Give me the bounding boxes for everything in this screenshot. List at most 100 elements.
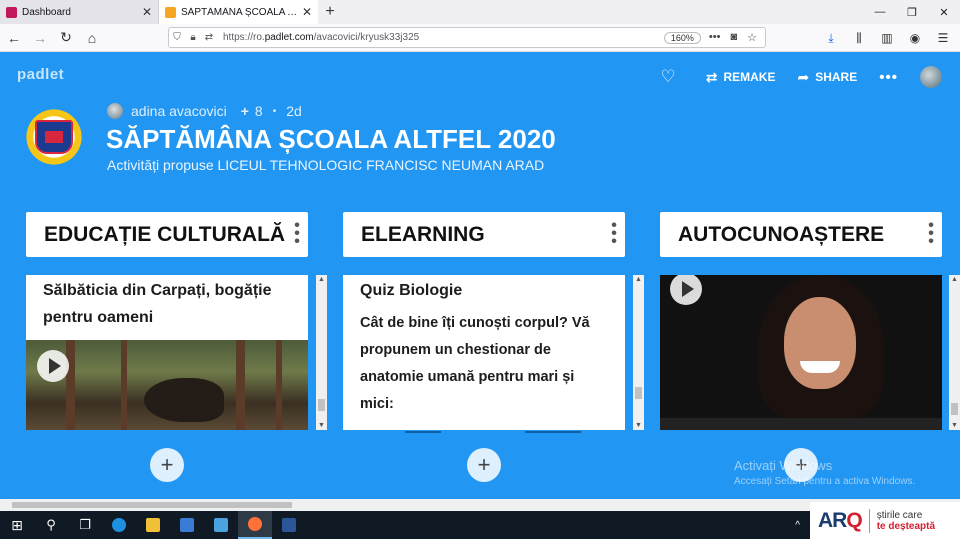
post-card[interactable]: Sălbăticia din Carpați, bogăție pentru o…: [26, 275, 308, 430]
close-tab-icon[interactable]: ✕: [302, 5, 312, 19]
window-controls: — ❐ ✕: [864, 0, 960, 24]
add-post-button[interactable]: +: [467, 448, 501, 482]
contributor-count[interactable]: 8: [255, 103, 263, 119]
scroll-up-icon[interactable]: ▲: [949, 276, 960, 283]
page-subtitle: Activități propuse LICEUL TEHNOLOGIC FRA…: [107, 157, 545, 173]
board-meta: adina avacovici + 8 • 2d: [107, 103, 302, 119]
like-heart-icon[interactable]: ♡: [660, 67, 675, 87]
system-tray: ^: [795, 511, 800, 539]
column-scrollbar[interactable]: ▲ ▼: [633, 275, 644, 430]
tab-dashboard[interactable]: Dashboard ✕: [0, 0, 159, 24]
windows-activation-watermark: Activați Windows Accesați Setări pentru …: [734, 458, 916, 487]
column-menu-icon[interactable]: • • •: [611, 218, 617, 250]
post-video-card[interactable]: [660, 275, 942, 430]
word-icon[interactable]: [272, 511, 306, 539]
scroll-down-icon[interactable]: ▼: [316, 422, 327, 429]
column-menu-icon[interactable]: • • •: [928, 218, 934, 250]
account-icon[interactable]: ◉: [904, 26, 926, 50]
column-menu-icon[interactable]: • • •: [294, 218, 300, 250]
user-avatar[interactable]: [920, 66, 942, 88]
padlet-favicon-icon: [165, 6, 176, 18]
zoom-level-badge[interactable]: 160%: [663, 31, 701, 44]
scroll-up-icon[interactable]: ▲: [633, 276, 644, 283]
plus-icon: +: [240, 103, 249, 119]
mail-icon[interactable]: [204, 511, 238, 539]
capercaillie-image: [144, 378, 224, 422]
search-icon[interactable]: ⚲: [34, 511, 68, 539]
woman-portrait-image: [740, 275, 900, 420]
page-actions-icon[interactable]: •••: [709, 31, 721, 44]
board-actions: ♡ ⇄ REMAKE ➦ SHARE •••: [660, 66, 942, 88]
more-options-icon[interactable]: •••: [879, 69, 898, 86]
post-title: Quiz Biologie: [360, 282, 463, 299]
edge-browser-icon[interactable]: [102, 511, 136, 539]
pocket-icon[interactable]: ◙: [730, 31, 737, 44]
tab-padlet[interactable]: SĂPTĂMÂNA ȘCOALA ALTFEL 2020 ✕: [159, 0, 318, 24]
reload-icon[interactable]: ↻: [54, 26, 78, 50]
page-title: SĂPTĂMÂNA ȘCOALA ALTFEL 2020: [106, 124, 556, 154]
embedded-image-edge: [405, 431, 581, 433]
sidebar-icon[interactable]: ▥: [876, 26, 898, 50]
column-scrollbar[interactable]: ▲ ▼: [316, 275, 327, 430]
column-header-educatie: EDUCAȚIE CULTURALĂ • • •: [26, 212, 308, 257]
restore-icon[interactable]: ❐: [896, 0, 928, 24]
url-bar[interactable]: ⛉ 🔒︎ ⇄ https://ro.padlet.com/avacovici/k…: [168, 27, 766, 48]
browser-nav-bar: ← → ↻ ⌂ ⛉ 🔒︎ ⇄ https://ro.padlet.com/ava…: [0, 24, 960, 52]
shield-icon[interactable]: ⛉: [169, 32, 185, 43]
bookmark-star-icon[interactable]: ☆: [747, 31, 757, 44]
home-icon[interactable]: ⌂: [80, 26, 104, 50]
separator-dot-icon: •: [272, 105, 277, 117]
play-icon[interactable]: [37, 350, 69, 382]
scroll-down-icon[interactable]: ▼: [949, 422, 960, 429]
arq-wordmark: ARQ: [818, 508, 863, 532]
file-explorer-icon[interactable]: [136, 511, 170, 539]
author-avatar[interactable]: [107, 103, 123, 119]
close-tab-icon[interactable]: ✕: [142, 5, 152, 19]
new-tab-button[interactable]: +: [318, 0, 342, 24]
post-video-thumbnail[interactable]: [26, 340, 308, 430]
browser-tab-bar: Dashboard ✕ SĂPTĂMÂNA ȘCOALA ALTFEL 2020…: [0, 0, 960, 24]
arq-news-logo: ARQ știrile care te deșteaptă: [810, 502, 960, 539]
column-title: ELEARNING: [361, 222, 485, 246]
scroll-up-icon[interactable]: ▲: [316, 276, 327, 283]
back-icon[interactable]: ←: [2, 26, 26, 50]
share-button[interactable]: ➦ SHARE: [797, 69, 857, 86]
column-scrollbar[interactable]: ▲ ▼: [949, 275, 960, 430]
dashboard-favicon-icon: [6, 6, 17, 18]
start-windows-icon[interactable]: ⊞: [0, 511, 34, 539]
lock-icon[interactable]: 🔒︎: [185, 32, 201, 43]
author-name[interactable]: adina avacovici: [131, 103, 227, 119]
video-progress-bar[interactable]: [660, 418, 942, 430]
add-post-button[interactable]: +: [150, 448, 184, 482]
school-logo: [18, 104, 90, 170]
firefox-icon[interactable]: [238, 511, 272, 539]
tray-expand-icon[interactable]: ^: [795, 520, 800, 531]
column-title: EDUCAȚIE CULTURALĂ: [44, 222, 286, 246]
tab-label: SĂPTĂMÂNA ȘCOALA ALTFEL 2020: [181, 6, 298, 18]
post-card[interactable]: Quiz Biologie Cât de bine îți cunoști co…: [343, 275, 625, 430]
store-icon[interactable]: [170, 511, 204, 539]
school-crest-icon: [35, 120, 73, 154]
download-icon[interactable]: ⤓: [820, 26, 842, 50]
task-view-icon[interactable]: ❐: [68, 511, 102, 539]
remake-button[interactable]: ⇄ REMAKE: [706, 69, 776, 86]
url-text[interactable]: https://ro.padlet.com/avacovici/kryusk33…: [223, 32, 664, 43]
share-arrow-icon: ➦: [797, 68, 810, 85]
post-body: Cât de bine îți cunoști corpul? Vă propu…: [360, 315, 590, 412]
menu-icon[interactable]: ☰: [932, 26, 954, 50]
tab-label: Dashboard: [22, 6, 71, 18]
forward-icon[interactable]: →: [28, 26, 52, 50]
padlet-logo[interactable]: padlet: [17, 66, 64, 83]
column-title: AUTOCUNOAȘTERE: [678, 222, 885, 246]
scroll-down-icon[interactable]: ▼: [633, 422, 644, 429]
close-window-icon[interactable]: ✕: [928, 0, 960, 24]
column-header-autocunoastere: AUTOCUNOAȘTERE • • •: [660, 212, 942, 257]
permissions-icon[interactable]: ⇄: [201, 32, 217, 43]
play-icon[interactable]: [670, 275, 702, 305]
board-age: 2d: [286, 103, 302, 119]
remake-icon: ⇄: [705, 68, 718, 85]
arq-tagline: știrile care te deșteaptă: [876, 509, 936, 532]
library-icon[interactable]: ⫼: [848, 26, 870, 50]
column-header-elearning: ELEARNING • • •: [343, 212, 625, 257]
minimize-icon[interactable]: —: [864, 0, 896, 24]
